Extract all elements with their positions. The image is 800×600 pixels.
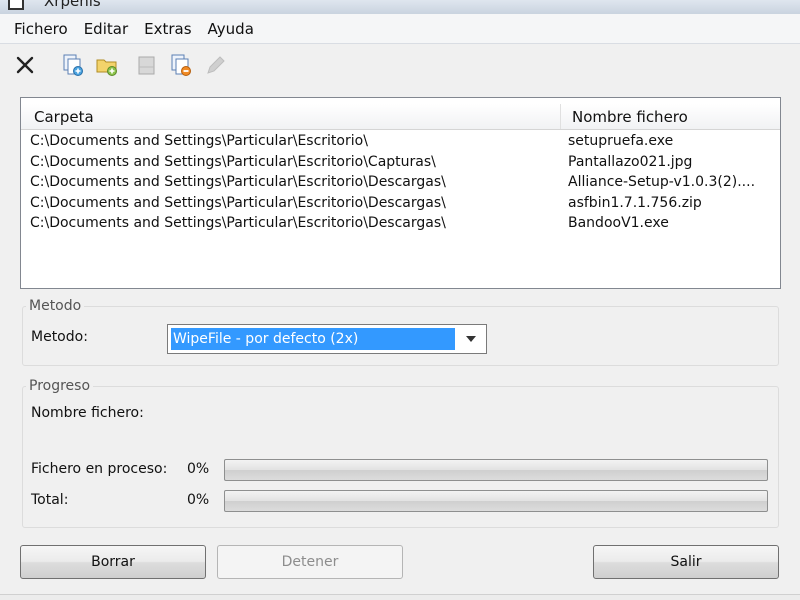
method-label: Metodo: (31, 329, 88, 345)
folder-cell: C:\Documents and Settings\Particular\Esc… (30, 174, 446, 191)
edit-icon[interactable] (202, 52, 228, 78)
clear-list-icon[interactable] (134, 52, 160, 78)
window-title: Xrpenis (44, 0, 101, 10)
filename-cell: asfbin1.7.1.756.zip (568, 194, 702, 211)
filename-cell: BandooV1.exe (568, 215, 669, 232)
stop-button[interactable]: Detener (217, 545, 403, 579)
list-item[interactable]: C:\Documents and Settings\Particular\Esc… (21, 213, 780, 234)
file-list[interactable]: Carpeta Nombre fichero C:\Documents and … (20, 97, 781, 289)
window-bottom-edge (0, 594, 800, 600)
list-item[interactable]: C:\Documents and Settings\Particular\Esc… (21, 193, 780, 214)
folder-cell: C:\Documents and Settings\Particular\Esc… (30, 133, 368, 150)
file-list-header: Carpeta Nombre fichero (21, 104, 780, 130)
method-selected-value: WipeFile - por defecto (2x) (171, 328, 455, 350)
file-progress-label: Fichero en proceso: (31, 461, 168, 477)
app-icon (8, 0, 24, 10)
file-progress-percent: 0% (187, 461, 210, 477)
folder-cell: C:\Documents and Settings\Particular\Esc… (30, 153, 436, 170)
add-files-icon[interactable] (60, 52, 86, 78)
column-header-folder[interactable]: Carpeta (21, 104, 561, 129)
current-filename-label: Nombre fichero: (31, 405, 144, 421)
column-header-filename[interactable]: Nombre fichero (561, 104, 780, 129)
method-select[interactable]: WipeFile - por defecto (2x) (167, 324, 487, 354)
menu-bar: Fichero Editar Extras Ayuda (0, 14, 800, 44)
list-item[interactable]: C:\Documents and Settings\Particular\Esc… (21, 172, 780, 193)
toolbar (0, 45, 800, 85)
delete-icon[interactable] (12, 52, 38, 78)
menu-extras[interactable]: Extras (136, 18, 199, 40)
filename-cell: Alliance-Setup-v1.0.3(2).... (568, 174, 756, 191)
title-bar: Xrpenis (0, 0, 800, 14)
delete-button[interactable]: Borrar (20, 545, 206, 579)
total-progress-percent: 0% (187, 492, 210, 508)
method-group-title: Metodo (26, 298, 85, 314)
file-progress-bar (224, 459, 768, 481)
menu-ayuda[interactable]: Ayuda (200, 18, 262, 40)
filename-cell: setupruefa.exe (568, 133, 674, 150)
remove-files-icon[interactable] (168, 52, 194, 78)
menu-fichero[interactable]: Fichero (6, 18, 76, 40)
list-item[interactable]: C:\Documents and Settings\Particular\Esc… (21, 152, 780, 173)
total-progress-label: Total: (31, 492, 69, 508)
folder-cell: C:\Documents and Settings\Particular\Esc… (30, 215, 446, 232)
filename-cell: Pantallazo021.jpg (568, 153, 693, 170)
progress-group-title: Progreso (26, 378, 94, 394)
exit-button[interactable]: Salir (593, 545, 779, 579)
total-progress-bar (224, 490, 768, 512)
list-item[interactable]: C:\Documents and Settings\Particular\Esc… (21, 131, 780, 152)
chevron-down-icon[interactable] (460, 329, 482, 349)
add-folder-icon[interactable] (94, 52, 120, 78)
menu-editar[interactable]: Editar (76, 18, 136, 40)
folder-cell: C:\Documents and Settings\Particular\Esc… (30, 194, 446, 211)
